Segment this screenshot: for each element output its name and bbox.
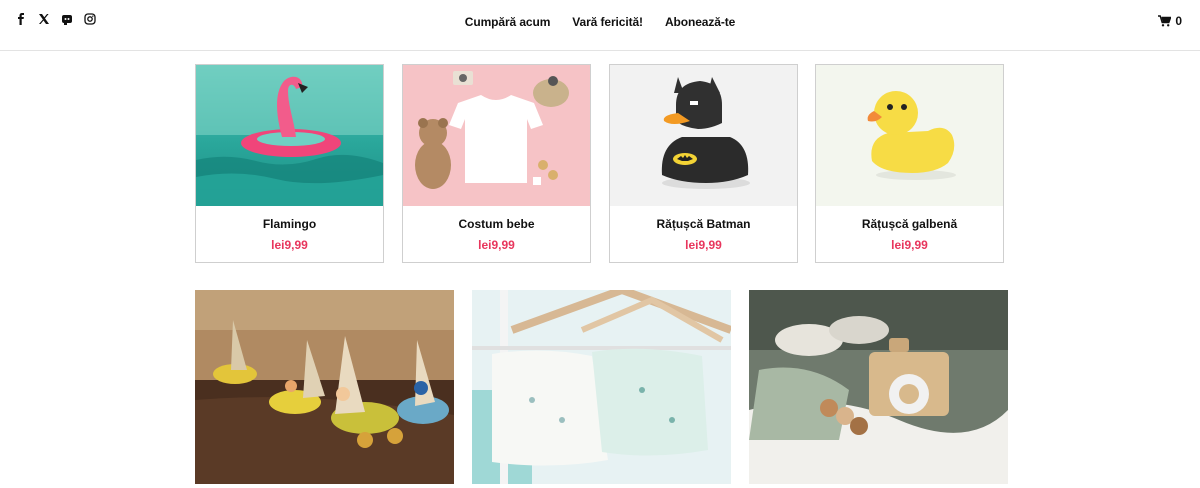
nav-shop-now[interactable]: Cumpără acum (465, 15, 551, 29)
banner-baby-clothes[interactable] (472, 290, 731, 484)
cart-count: 0 (1175, 14, 1182, 28)
nav-subscribe[interactable]: Abonează-te (665, 15, 735, 29)
product-price: lei9,99 (271, 238, 308, 252)
product-image-batman-duck[interactable] (610, 65, 797, 206)
product-card-flamingo[interactable]: Flamingo lei9,99 (195, 64, 384, 263)
product-image-baby-suit[interactable] (403, 65, 590, 206)
product-price: lei9,99 (478, 238, 515, 252)
nav-happy-summer[interactable]: Vară fericită! (572, 15, 643, 29)
top-bar: Cumpără acum Vară fericită! Abonează-te … (0, 0, 1200, 51)
product-name[interactable]: Rățușcă galbenă (816, 217, 1003, 231)
product-name[interactable]: Rățușcă Batman (610, 217, 797, 231)
banner-baby-accessories[interactable] (749, 290, 1008, 484)
product-image-flamingo[interactable] (196, 65, 383, 206)
product-price: lei9,99 (685, 238, 722, 252)
banner-toy-boats[interactable] (195, 290, 454, 484)
main-nav: Cumpără acum Vară fericită! Abonează-te (0, 15, 1200, 29)
product-price: lei9,99 (891, 238, 928, 252)
product-card-baby-suit[interactable]: Costum bebe lei9,99 (402, 64, 591, 263)
product-image-yellow-duck[interactable] (816, 65, 1003, 206)
product-card-batman-duck[interactable]: Rățușcă Batman lei9,99 (609, 64, 798, 263)
cart-button[interactable]: 0 (1158, 14, 1182, 28)
product-card-yellow-duck[interactable]: Rățușcă galbenă lei9,99 (815, 64, 1004, 263)
product-name[interactable]: Costum bebe (403, 217, 590, 231)
product-name[interactable]: Flamingo (196, 217, 383, 231)
cart-icon (1158, 15, 1172, 27)
